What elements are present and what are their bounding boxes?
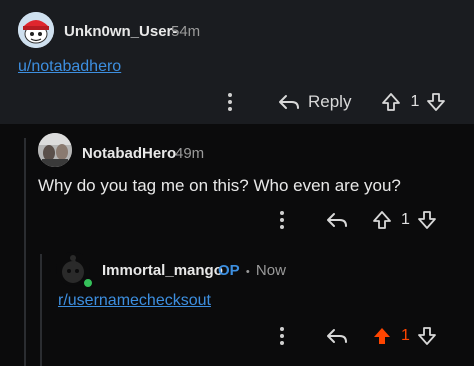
upvote-arrow-icon[interactable] <box>372 210 392 230</box>
comment-time: 54m <box>171 23 201 40</box>
reply-button[interactable]: Reply <box>278 92 351 112</box>
comment-actions: 1 <box>270 206 437 234</box>
comment-actions: 1 <box>270 322 437 350</box>
comment-3: Immortal_mango OP • Now r/usernamechecks… <box>0 240 474 366</box>
separator: • <box>245 266 250 278</box>
avatar[interactable] <box>18 12 54 48</box>
subreddit-link[interactable]: r/usernamechecksout <box>58 292 211 310</box>
reply-arrow-icon[interactable] <box>326 211 348 229</box>
online-status-indicator <box>82 277 94 289</box>
reply-label: Reply <box>308 92 352 111</box>
comment-time: Now <box>255 262 286 279</box>
thread-line[interactable] <box>24 240 26 366</box>
downvote-arrow-icon[interactable] <box>417 210 437 230</box>
more-options-icon[interactable] <box>270 326 294 346</box>
comment-body: Why do you tag me on this? Who even are … <box>38 176 401 195</box>
thread-line[interactable] <box>24 138 26 240</box>
reply-arrow-icon <box>278 93 300 111</box>
comment-actions: Reply 1 <box>218 88 446 116</box>
comment-username[interactable]: Unkn0wn_User- <box>64 23 177 40</box>
vote-count: 1 <box>401 211 410 228</box>
op-badge: OP <box>218 262 240 279</box>
upvote-arrow-icon[interactable] <box>381 92 401 112</box>
reply-arrow-icon[interactable] <box>326 327 348 345</box>
downvote-arrow-icon[interactable] <box>417 326 437 346</box>
comment-time: 49m <box>175 145 205 162</box>
vote-count: 1 <box>410 93 420 110</box>
more-options-icon[interactable] <box>270 210 294 230</box>
avatar[interactable] <box>38 133 72 167</box>
comment-meta: OP • Now <box>218 262 286 279</box>
thread-line[interactable] <box>40 254 42 366</box>
comment-username[interactable]: Immortal_mango <box>102 262 223 279</box>
upvote-arrow-icon[interactable] <box>372 326 392 346</box>
comment-2: NotabadHero 49m Why do you tag me on thi… <box>0 124 474 240</box>
profile-photo-icon <box>38 133 72 167</box>
downvote-arrow-icon[interactable] <box>426 92 446 112</box>
vote-count: 1 <box>401 327 410 344</box>
more-options-icon[interactable] <box>218 92 242 112</box>
snoo-avatar-icon <box>18 12 54 48</box>
user-mention-link[interactable]: u/notabadhero <box>18 58 121 76</box>
comment-1: Unkn0wn_User- 54m u/notabadhero Reply 1 <box>0 0 474 124</box>
comment-username[interactable]: NotabadHero <box>82 145 176 162</box>
